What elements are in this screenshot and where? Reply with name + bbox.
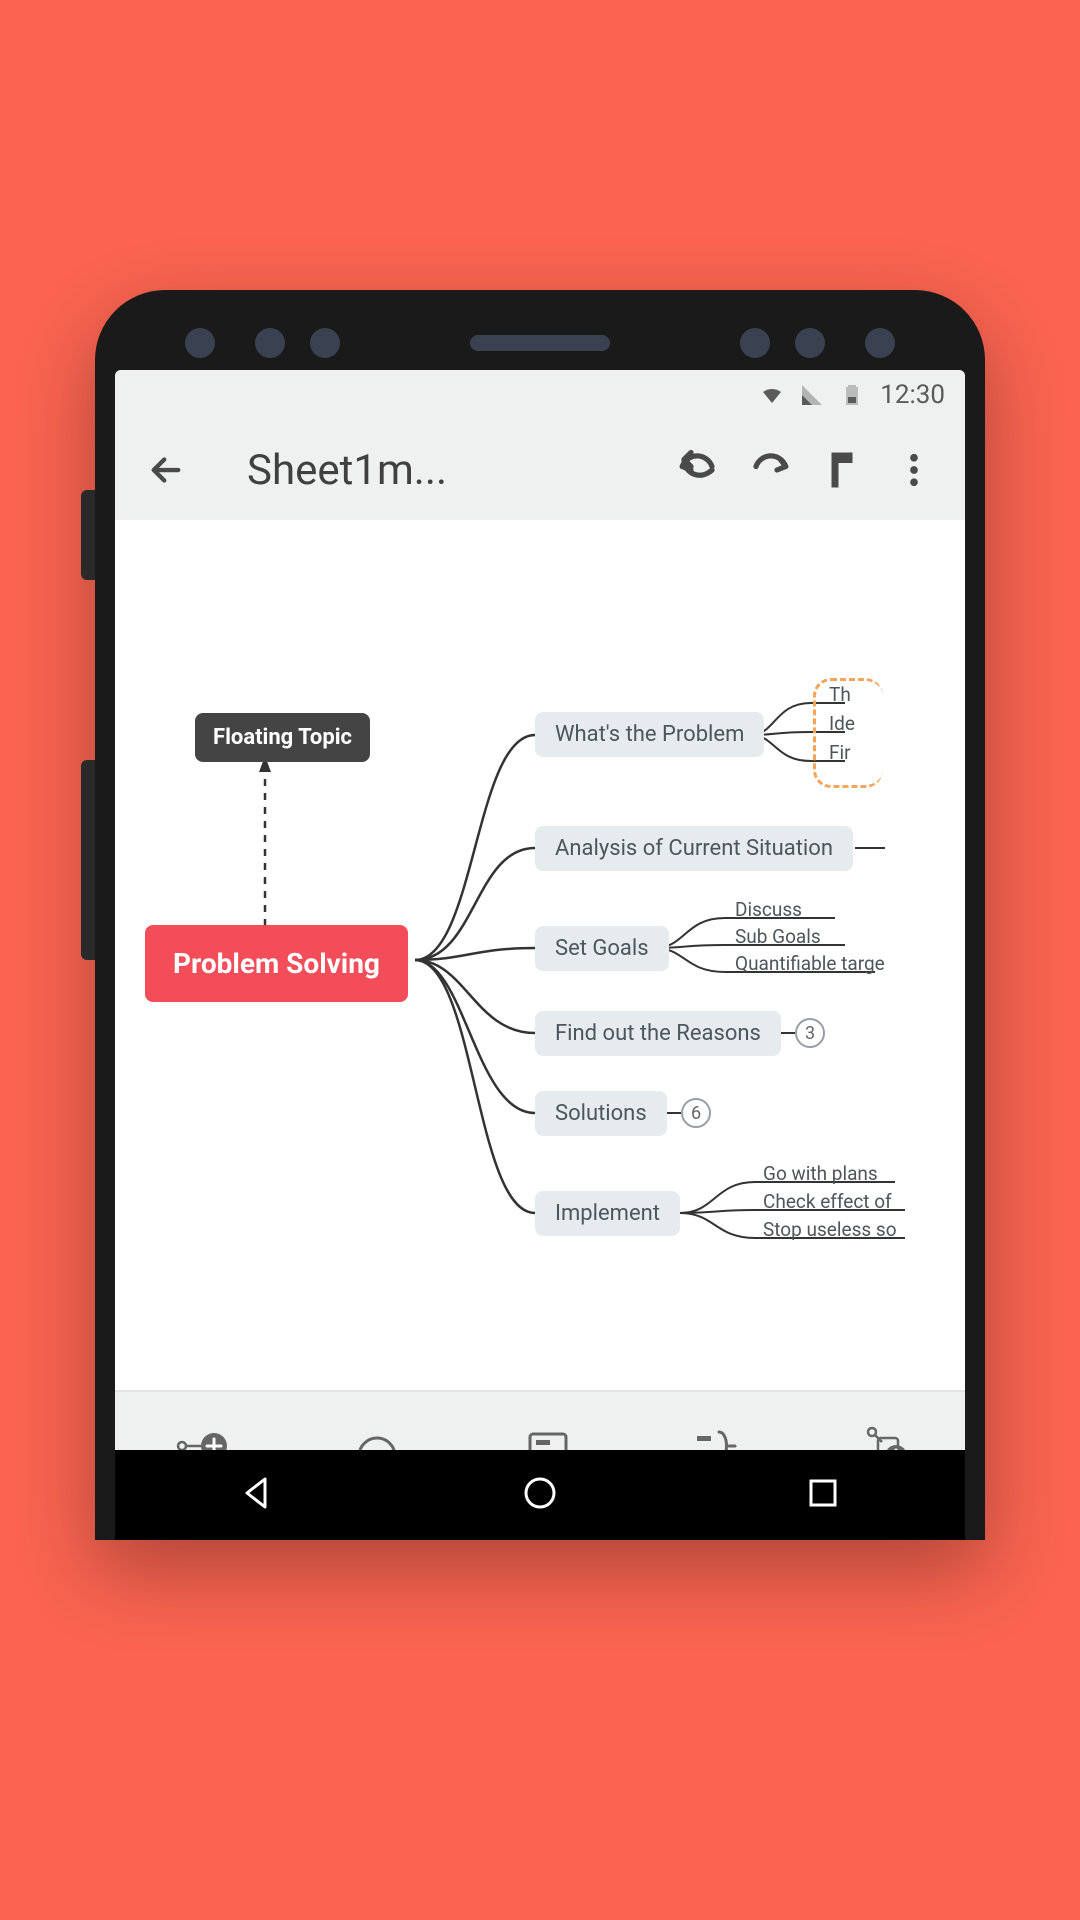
branch-node[interactable]: Solutions: [535, 1091, 667, 1136]
redo-button[interactable]: [749, 449, 791, 491]
status-time: 12:30: [880, 380, 945, 410]
branch-node[interactable]: Find out the Reasons: [535, 1011, 781, 1056]
mindmap-canvas[interactable]: Floating Topic Problem Solving What's th…: [115, 520, 965, 1390]
branch-node[interactable]: Implement: [535, 1191, 680, 1236]
document-title: Sheet1m...: [247, 446, 647, 495]
screen: 12:30 Sheet1m...: [115, 370, 965, 1540]
leaf-node[interactable]: Discuss: [735, 898, 802, 921]
phone-frame: 12:30 Sheet1m...: [95, 290, 985, 1540]
leaf-node[interactable]: Th: [829, 683, 851, 706]
side-button: [81, 760, 95, 960]
battery-icon: [840, 383, 864, 407]
phone-sensor: [795, 328, 825, 358]
nav-recents-button[interactable]: [801, 1471, 845, 1519]
phone-sensor: [185, 328, 215, 358]
back-button[interactable]: [145, 449, 187, 491]
signal-icon: [800, 383, 824, 407]
more-button[interactable]: [893, 449, 935, 491]
leaf-node[interactable]: Check effect of: [763, 1190, 892, 1213]
leaf-node[interactable]: Fir: [829, 741, 851, 764]
app-bar: Sheet1m...: [115, 420, 965, 520]
phone-sensor: [740, 328, 770, 358]
status-bar: 12:30: [115, 370, 965, 420]
phone-sensor: [255, 328, 285, 358]
floating-topic-node[interactable]: Floating Topic: [195, 713, 370, 762]
phone-sensor: [310, 328, 340, 358]
leaf-node[interactable]: Quantifiable targe: [735, 952, 885, 975]
branch-node[interactable]: What's the Problem: [535, 712, 764, 757]
nav-back-button[interactable]: [235, 1471, 279, 1519]
count-badge[interactable]: 6: [681, 1098, 711, 1128]
leaf-node[interactable]: Go with plans: [763, 1162, 878, 1185]
branch-node[interactable]: Analysis of Current Situation: [535, 826, 853, 871]
wifi-icon: [760, 383, 784, 407]
leaf-node[interactable]: Sub Goals: [735, 925, 821, 948]
format-button[interactable]: [821, 449, 863, 491]
leaf-node[interactable]: Ide: [829, 712, 855, 735]
branch-node[interactable]: Set Goals: [535, 926, 669, 971]
phone-sensor: [865, 328, 895, 358]
phone-speaker: [470, 335, 610, 351]
android-nav-bar: [115, 1450, 965, 1540]
leaf-node[interactable]: Stop useless so: [763, 1218, 897, 1241]
side-button: [81, 490, 95, 580]
nav-home-button[interactable]: [518, 1471, 562, 1519]
root-node[interactable]: Problem Solving: [145, 925, 408, 1002]
undo-button[interactable]: [677, 449, 719, 491]
count-badge[interactable]: 3: [795, 1018, 825, 1048]
